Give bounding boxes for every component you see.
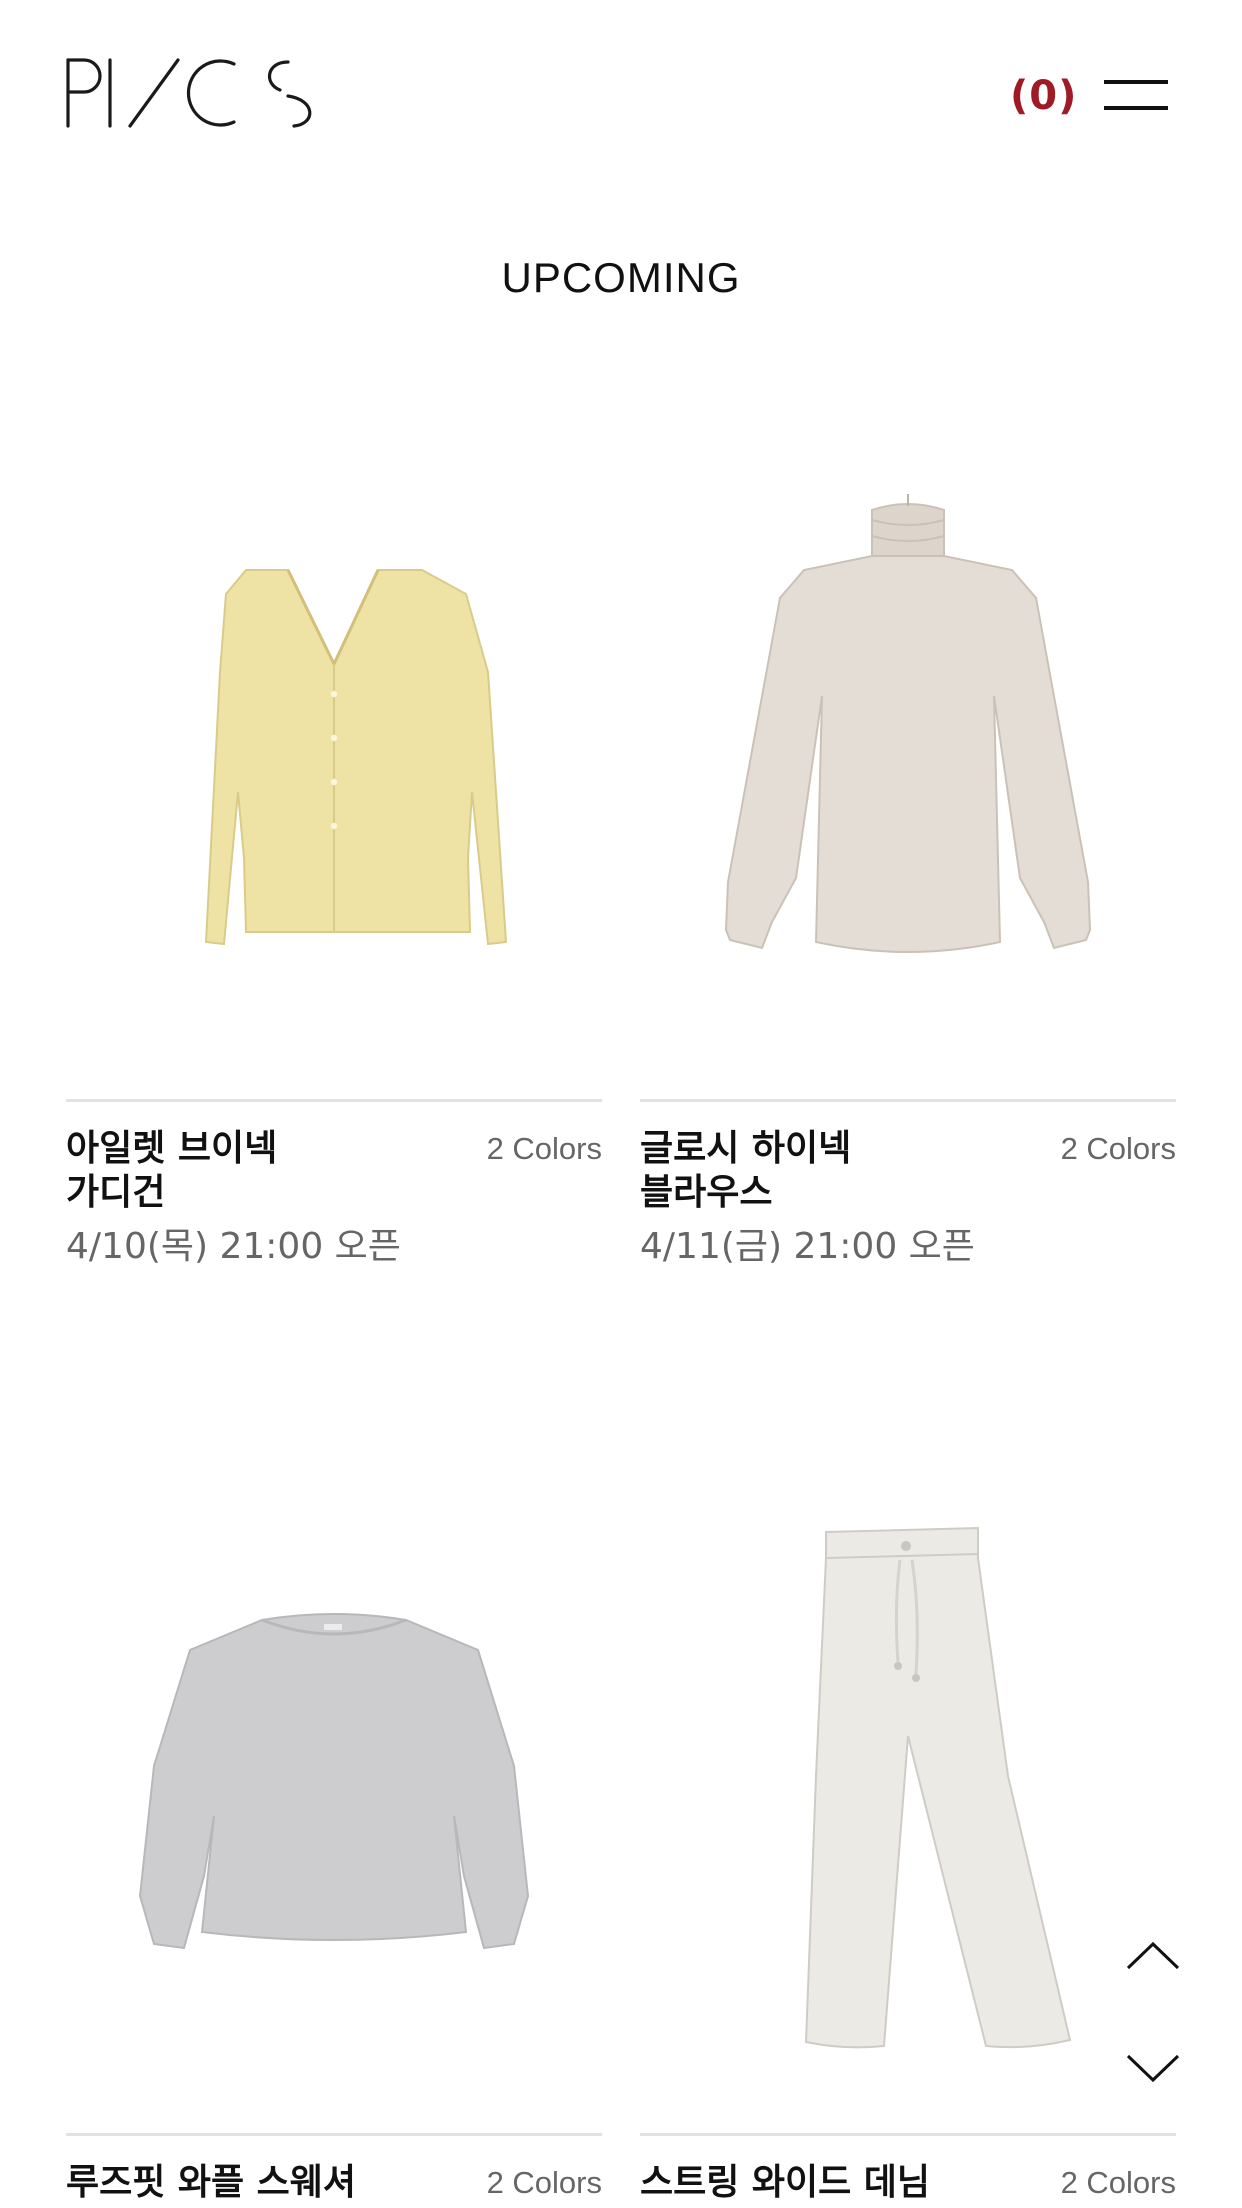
product-colors: 2 Colors bbox=[1060, 2165, 1176, 2200]
sweatshirt-image[interactable] bbox=[66, 1436, 602, 2126]
cardigan-image[interactable] bbox=[66, 402, 602, 1092]
scroll-down-button[interactable] bbox=[1124, 2048, 1182, 2088]
product-colors: 2 Colors bbox=[1060, 1131, 1176, 1166]
hamburger-menu-icon[interactable] bbox=[1102, 72, 1172, 122]
logo-mark bbox=[66, 58, 312, 128]
product-open-date: 4/10(목) 21:00 오픈 bbox=[66, 1226, 401, 1267]
product-colors: 2 Colors bbox=[486, 1131, 602, 1166]
blouse-image[interactable] bbox=[640, 402, 1176, 1092]
product-divider bbox=[66, 2133, 602, 2136]
product-divider bbox=[640, 2133, 1176, 2136]
product-name[interactable]: 루즈핏 와플 스웨셔 bbox=[66, 2161, 386, 2205]
menu-bar-top bbox=[1104, 80, 1168, 84]
menu-bar-bottom bbox=[1104, 106, 1168, 110]
product-divider bbox=[640, 1099, 1176, 1102]
product-divider bbox=[66, 1099, 602, 1102]
wide-denim-image[interactable] bbox=[640, 1436, 1176, 2126]
product-name[interactable]: 아일렛 브이넥 가디건 bbox=[66, 1127, 386, 1215]
product-name[interactable]: 글로시 하이넥 블라우스 bbox=[640, 1127, 960, 1215]
product-name[interactable]: 스트링 와이드 데님 bbox=[640, 2161, 960, 2205]
chevron-down-icon bbox=[1126, 2054, 1180, 2083]
product-open-date: 4/11(금) 21:00 오픈 bbox=[640, 1226, 975, 1267]
page-title: UPCOMING bbox=[501, 254, 741, 301]
chevron-up-icon bbox=[1126, 1941, 1180, 1970]
scroll-up-button[interactable] bbox=[1124, 1936, 1182, 1976]
product-colors: 2 Colors bbox=[486, 2165, 602, 2200]
brand-logo[interactable] bbox=[66, 56, 322, 132]
cart-count[interactable]: (0) bbox=[1010, 68, 1077, 124]
